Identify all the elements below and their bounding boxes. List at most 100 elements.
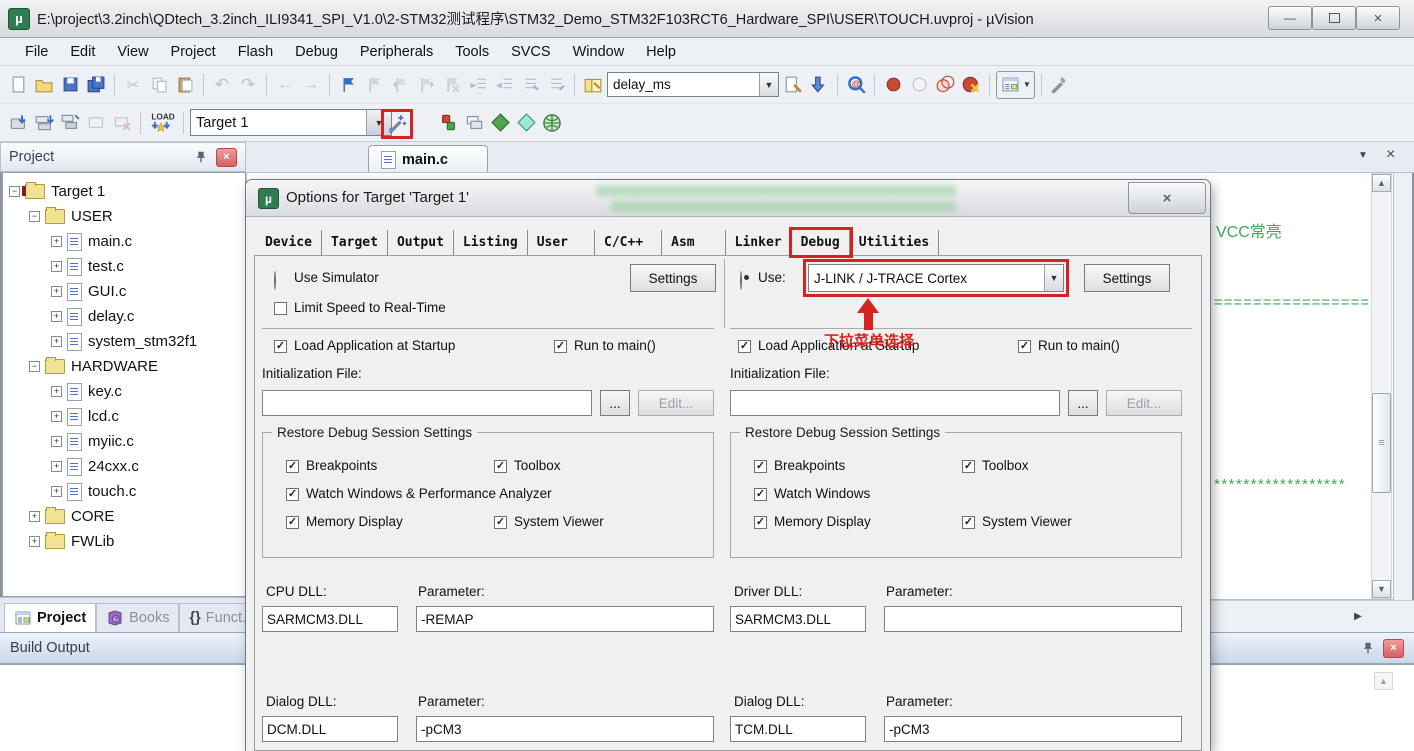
menu-edit[interactable]: Edit [59, 38, 106, 65]
configure-wrench-icon[interactable] [1048, 73, 1072, 97]
rebuild-icon[interactable] [58, 111, 82, 135]
tab-output[interactable]: Output [388, 230, 454, 255]
pin-icon[interactable] [194, 150, 208, 164]
load-app-checkbox-right[interactable]: ✓ [738, 340, 751, 353]
goto-definition-icon[interactable] [807, 73, 831, 97]
menu-debug[interactable]: Debug [284, 38, 349, 65]
menu-peripherals[interactable]: Peripherals [349, 38, 444, 65]
cpu-dll-input[interactable] [262, 606, 398, 632]
run-to-main-checkbox-right[interactable]: ✓ [1018, 340, 1031, 353]
save-icon[interactable] [58, 73, 82, 97]
tab-asm[interactable]: Asm [662, 230, 725, 255]
tab-linker[interactable]: Linker [726, 230, 792, 255]
tree-item-24cxx-c[interactable]: + 24cxx.c [3, 454, 245, 479]
use-driver-radio[interactable] [740, 271, 742, 290]
minimize-button[interactable]: — [1268, 6, 1312, 30]
collapse-icon[interactable]: − [29, 361, 40, 372]
tab-project[interactable]: Project [4, 603, 96, 632]
insert-bookmark-icon[interactable] [336, 73, 360, 97]
expand-icon[interactable]: + [51, 386, 62, 397]
dialog-close-button[interactable]: × [1128, 182, 1206, 214]
dialog-dll-input-left[interactable] [262, 716, 398, 742]
expand-icon[interactable]: + [51, 411, 62, 422]
manage-runtime-environment-icon[interactable] [436, 111, 460, 135]
driver-dropdown-icon[interactable]: ▼ [1044, 265, 1063, 291]
sysviewer-checkbox-right[interactable]: ✓ [962, 516, 975, 529]
uncomment-icon[interactable] [544, 73, 568, 97]
tab-utilities[interactable]: Utilities [850, 230, 939, 255]
find-dropdown-icon[interactable]: ▼ [759, 73, 778, 96]
tree-item-lcd-c[interactable]: + lcd.c [3, 404, 245, 429]
init-file-input-right[interactable] [730, 390, 1060, 416]
indent-icon[interactable] [466, 73, 490, 97]
expand-icon[interactable]: + [29, 511, 40, 522]
debug-windows-button[interactable]: ▼ [996, 71, 1035, 99]
tab-c-cpp[interactable]: C/C++ [595, 230, 662, 255]
debug-driver-combobox[interactable]: J-LINK / J-TRACE Cortex ▼ [808, 264, 1064, 292]
watch-checkbox-left[interactable]: ✓ [286, 488, 299, 501]
save-all-icon[interactable] [84, 73, 108, 97]
build-output-close-icon[interactable]: × [1383, 639, 1404, 658]
tree-item-user[interactable]: − USER [3, 204, 245, 229]
close-button[interactable]: × [1356, 6, 1400, 30]
tab-close-icon[interactable]: × [1386, 146, 1395, 164]
run-to-main-checkbox-left[interactable]: ✓ [554, 340, 567, 353]
batch-build-icon[interactable] [84, 111, 108, 135]
dialog-param-input-right[interactable] [884, 716, 1182, 742]
tree-item-touch-c[interactable]: + touch.c [3, 479, 245, 504]
expand-icon[interactable]: + [51, 286, 62, 297]
cut-icon[interactable]: ✂ [121, 73, 145, 97]
memory-checkbox-right[interactable]: ✓ [754, 516, 767, 529]
navigate-back-icon[interactable]: ← [273, 73, 297, 97]
new-file-icon[interactable] [6, 73, 30, 97]
limit-speed-checkbox[interactable] [274, 302, 287, 315]
tab-debug[interactable]: Debug [792, 230, 850, 255]
browse-button-right[interactable]: ... [1068, 390, 1098, 416]
driver-dll-input[interactable] [730, 606, 866, 632]
tab-device[interactable]: Device [256, 230, 322, 255]
tree-item-target1[interactable]: − Target 1 [3, 179, 245, 204]
stop-build-icon[interactable] [110, 111, 134, 135]
menu-help[interactable]: Help [635, 38, 687, 65]
collapse-icon[interactable]: − [9, 186, 20, 197]
edit-button-left[interactable]: Edit... [638, 390, 714, 416]
sysviewer-checkbox-left[interactable]: ✓ [494, 516, 507, 529]
tree-item-main-c[interactable]: + main.c [3, 229, 245, 254]
breakpoints-checkbox-right[interactable]: ✓ [754, 460, 767, 473]
enable-breakpoint-icon[interactable] [907, 73, 931, 97]
menu-window[interactable]: Window [562, 38, 636, 65]
tree-item-key-c[interactable]: + key.c [3, 379, 245, 404]
redo-icon[interactable]: ↷ [236, 73, 260, 97]
menu-file[interactable]: File [14, 38, 59, 65]
expand-icon[interactable]: + [51, 436, 62, 447]
project-panel-close-icon[interactable]: × [216, 148, 237, 167]
tab-main-c[interactable]: main.c [368, 145, 488, 173]
pin-icon[interactable] [1361, 641, 1375, 655]
manage-project-items-icon[interactable] [462, 111, 486, 135]
translate-icon[interactable] [6, 111, 30, 135]
open-folder-icon[interactable] [32, 73, 56, 97]
memory-checkbox-left[interactable]: ✓ [286, 516, 299, 529]
scroll-up-icon[interactable]: ▲ [1372, 174, 1391, 192]
download-icon[interactable]: LOAD [147, 111, 177, 135]
build-output-scroll-up-icon[interactable]: ▲ [1374, 672, 1393, 690]
scroll-right-icon[interactable]: ▶ [1348, 607, 1368, 626]
disable-all-breakpoints-icon[interactable] [933, 73, 957, 97]
find-in-files-book-icon[interactable] [581, 73, 605, 97]
tree-item-gui-c[interactable]: + GUI.c [3, 279, 245, 304]
outdent-icon[interactable] [492, 73, 516, 97]
tab-target[interactable]: Target [322, 230, 388, 255]
expand-icon[interactable]: + [51, 461, 62, 472]
dialog-dll-input-right[interactable] [730, 716, 866, 742]
cpu-param-input[interactable] [416, 606, 714, 632]
expand-icon[interactable]: + [51, 236, 62, 247]
manage-books-icon[interactable] [514, 111, 538, 135]
navigate-forward-icon[interactable]: → [299, 73, 323, 97]
toolbox-checkbox-right[interactable]: ✓ [962, 460, 975, 473]
browse-button-left[interactable]: ... [600, 390, 630, 416]
expand-icon[interactable]: + [51, 336, 62, 347]
find-in-document-icon[interactable] [781, 73, 805, 97]
target-select-combobox[interactable]: Target 1 ▼ [190, 109, 392, 136]
options-for-target-wand-icon[interactable] [381, 109, 413, 139]
expand-icon[interactable]: + [29, 536, 40, 547]
